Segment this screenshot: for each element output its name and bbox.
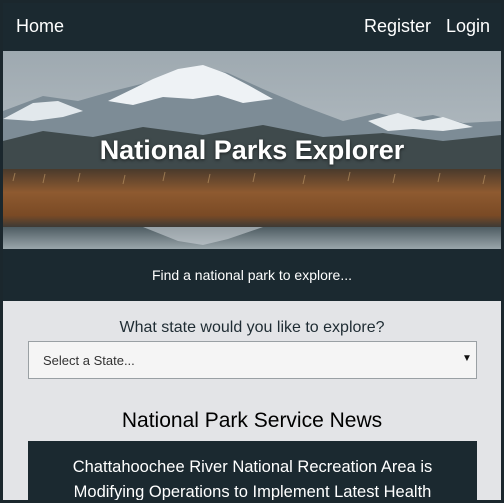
news-card[interactable]: Chattahoochee River National Recreation … xyxy=(28,441,477,500)
find-park-text: Find a national park to explore... xyxy=(151,267,352,283)
hero-title: National Parks Explorer xyxy=(99,135,405,165)
navbar: Home Register Login xyxy=(3,3,501,51)
nav-register-link[interactable]: Register xyxy=(364,16,431,37)
find-park-banner: Find a national park to explore... xyxy=(3,249,501,301)
nav-home-link[interactable]: Home xyxy=(16,16,64,37)
main-content: What state would you like to explore? Se… xyxy=(3,301,501,500)
nav-login-link[interactable]: Login xyxy=(446,16,490,37)
news-heading: National Park Service News xyxy=(121,409,383,432)
hero-banner: National Parks Explorer xyxy=(3,51,501,249)
state-select-dropdown[interactable]: Select a State... ▼ xyxy=(28,341,477,379)
news-item-title[interactable]: Chattahoochee River National Recreation … xyxy=(28,455,477,500)
state-question-label: What state would you like to explore? xyxy=(119,319,385,336)
state-select-value: Select a State... xyxy=(43,353,135,368)
app-frame: Home Register Login National Parks Explo… xyxy=(0,0,504,503)
caret-down-icon: ▼ xyxy=(462,353,472,364)
